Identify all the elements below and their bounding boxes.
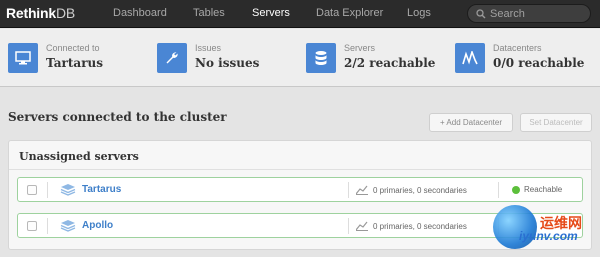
add-datacenter-button[interactable]: + Add Datacenter xyxy=(429,113,513,132)
nav-tables[interactable]: Tables xyxy=(193,7,225,19)
database-icon xyxy=(306,43,336,73)
server-row[interactable]: Tartarus 0 primaries, 0 secondaries Reac… xyxy=(17,177,583,202)
row-divider xyxy=(498,182,499,198)
nav-data-explorer[interactable]: Data Explorer xyxy=(316,7,383,19)
monitor-icon xyxy=(8,43,38,73)
server-name-link[interactable]: Tartarus xyxy=(82,184,121,195)
server-stack-icon xyxy=(60,220,76,232)
stat-label: Issues xyxy=(195,43,222,53)
set-datacenter-button[interactable]: Set Datacenter xyxy=(520,113,592,132)
reachable-status-icon xyxy=(512,186,520,194)
search-icon xyxy=(476,9,486,19)
server-name-link[interactable]: Apollo xyxy=(82,220,113,231)
panel-title: Unassigned servers xyxy=(19,150,139,163)
row-divider xyxy=(348,182,349,198)
row-divider xyxy=(47,218,48,234)
line-chart-icon xyxy=(356,221,368,231)
logo-light: DB xyxy=(55,5,76,21)
stat-connected: Connected to Tartarus xyxy=(8,43,148,73)
cluster-stats-bar: Connected to Tartarus Issues No issues S… xyxy=(0,29,600,87)
nav-servers[interactable]: Servers xyxy=(252,7,290,19)
app-logo[interactable]: RethinkDB xyxy=(6,5,75,21)
stat-label: Servers xyxy=(344,43,376,53)
stat-value: No issues xyxy=(195,56,260,70)
server-checkbox[interactable] xyxy=(27,185,37,195)
nav-dashboard[interactable]: Dashboard xyxy=(113,7,167,19)
row-divider xyxy=(47,182,48,198)
top-navbar: RethinkDB Dashboard Tables Servers Data … xyxy=(0,0,600,28)
server-stack-icon xyxy=(60,184,76,196)
line-chart-icon xyxy=(356,185,368,195)
stat-value: 0/0 reachable xyxy=(493,56,585,70)
stat-value: 2/2 reachable xyxy=(344,56,436,70)
search-box[interactable] xyxy=(467,4,591,23)
server-status: Reachable xyxy=(524,185,563,194)
nav-logs[interactable]: Logs xyxy=(407,7,431,19)
stat-datacenters: Datacenters 0/0 reachable xyxy=(455,43,595,73)
replica-counts: 0 primaries, 0 secondaries xyxy=(373,186,467,195)
section-title: Servers connected to the cluster xyxy=(8,110,227,124)
panel-divider xyxy=(9,169,591,170)
stat-label: Datacenters xyxy=(493,43,542,53)
row-divider xyxy=(348,218,349,234)
watermark-url: iyunv.com xyxy=(519,229,578,243)
stat-issues: Issues No issues xyxy=(157,43,297,73)
stat-label: Connected to xyxy=(46,43,100,53)
server-checkbox[interactable] xyxy=(27,221,37,231)
datacenter-icon xyxy=(455,43,485,73)
stat-value: Tartarus xyxy=(46,56,103,70)
wrench-icon xyxy=(157,43,187,73)
logo-bold: Rethink xyxy=(6,5,56,21)
replica-counts: 0 primaries, 0 secondaries xyxy=(373,222,467,231)
search-input[interactable] xyxy=(490,7,586,20)
stat-servers: Servers 2/2 reachable xyxy=(306,43,446,73)
